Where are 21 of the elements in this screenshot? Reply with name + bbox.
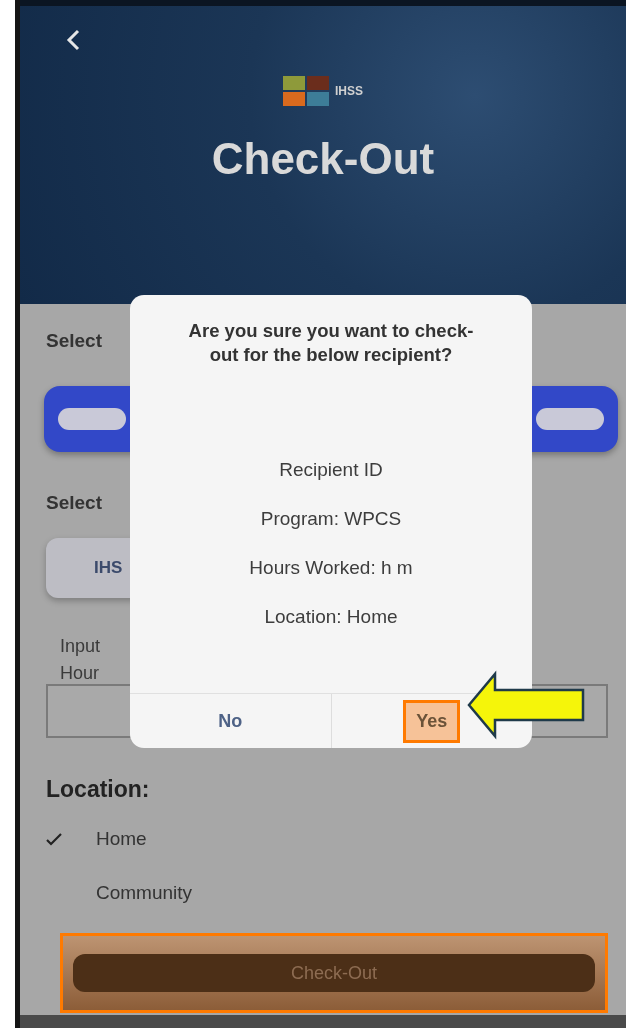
dialog-detail: Location: Home xyxy=(264,606,398,628)
dialog-button[interactable]: No xyxy=(205,699,256,743)
dialog-detail: Program: WPCS xyxy=(260,508,402,530)
pill-shape xyxy=(536,408,604,430)
location-option[interactable]: Home xyxy=(96,828,147,850)
input-label: Input xyxy=(59,636,101,657)
pill-shape xyxy=(58,408,126,430)
logo-text: IHSS xyxy=(335,84,363,98)
hours-label: Hour xyxy=(59,663,99,684)
logo-icon xyxy=(283,76,329,106)
location-title: Location: xyxy=(46,776,150,803)
dialog-button[interactable]: Yes xyxy=(403,699,461,743)
location-option[interactable]: Community xyxy=(96,882,193,904)
dialog-detail: Hours Worked: h m xyxy=(249,557,413,579)
back-icon[interactable] xyxy=(64,28,82,52)
select-label: Select xyxy=(46,492,102,514)
pointer-arrow-icon xyxy=(467,670,587,740)
page-title: Check-Out xyxy=(211,134,435,184)
dialog-detail: Recipient ID xyxy=(279,459,383,481)
dialog-message: Are you sure you want to check-out for the below recipient? xyxy=(187,319,475,367)
select-label: Select xyxy=(46,330,102,352)
